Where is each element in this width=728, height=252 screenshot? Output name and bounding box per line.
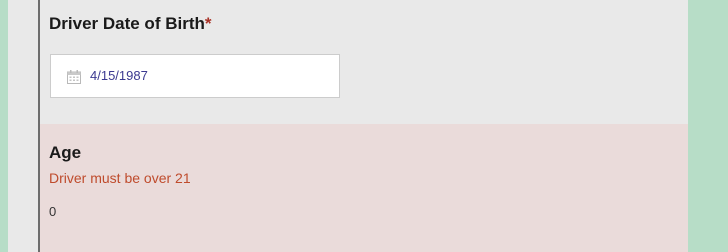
required-marker: * <box>204 14 212 33</box>
age-error-message: Driver must be over 21 <box>49 170 191 186</box>
dob-section: Driver Date of Birth* 4/15/1987 <box>40 0 688 124</box>
dob-label: Driver Date of Birth <box>49 14 205 33</box>
age-value: 0 <box>49 204 57 219</box>
age-section: Age Driver must be over 21 0 <box>40 124 688 252</box>
dob-date-value[interactable]: 4/15/1987 <box>90 68 148 83</box>
calendar-icon[interactable] <box>66 69 82 85</box>
age-label: Age <box>49 143 82 162</box>
dob-date-input[interactable]: 4/15/1987 <box>50 54 340 98</box>
form-panel: Driver Date of Birth* 4/15/1987 Age Driv… <box>8 0 688 252</box>
dob-label-row: Driver Date of Birth* <box>49 14 212 34</box>
